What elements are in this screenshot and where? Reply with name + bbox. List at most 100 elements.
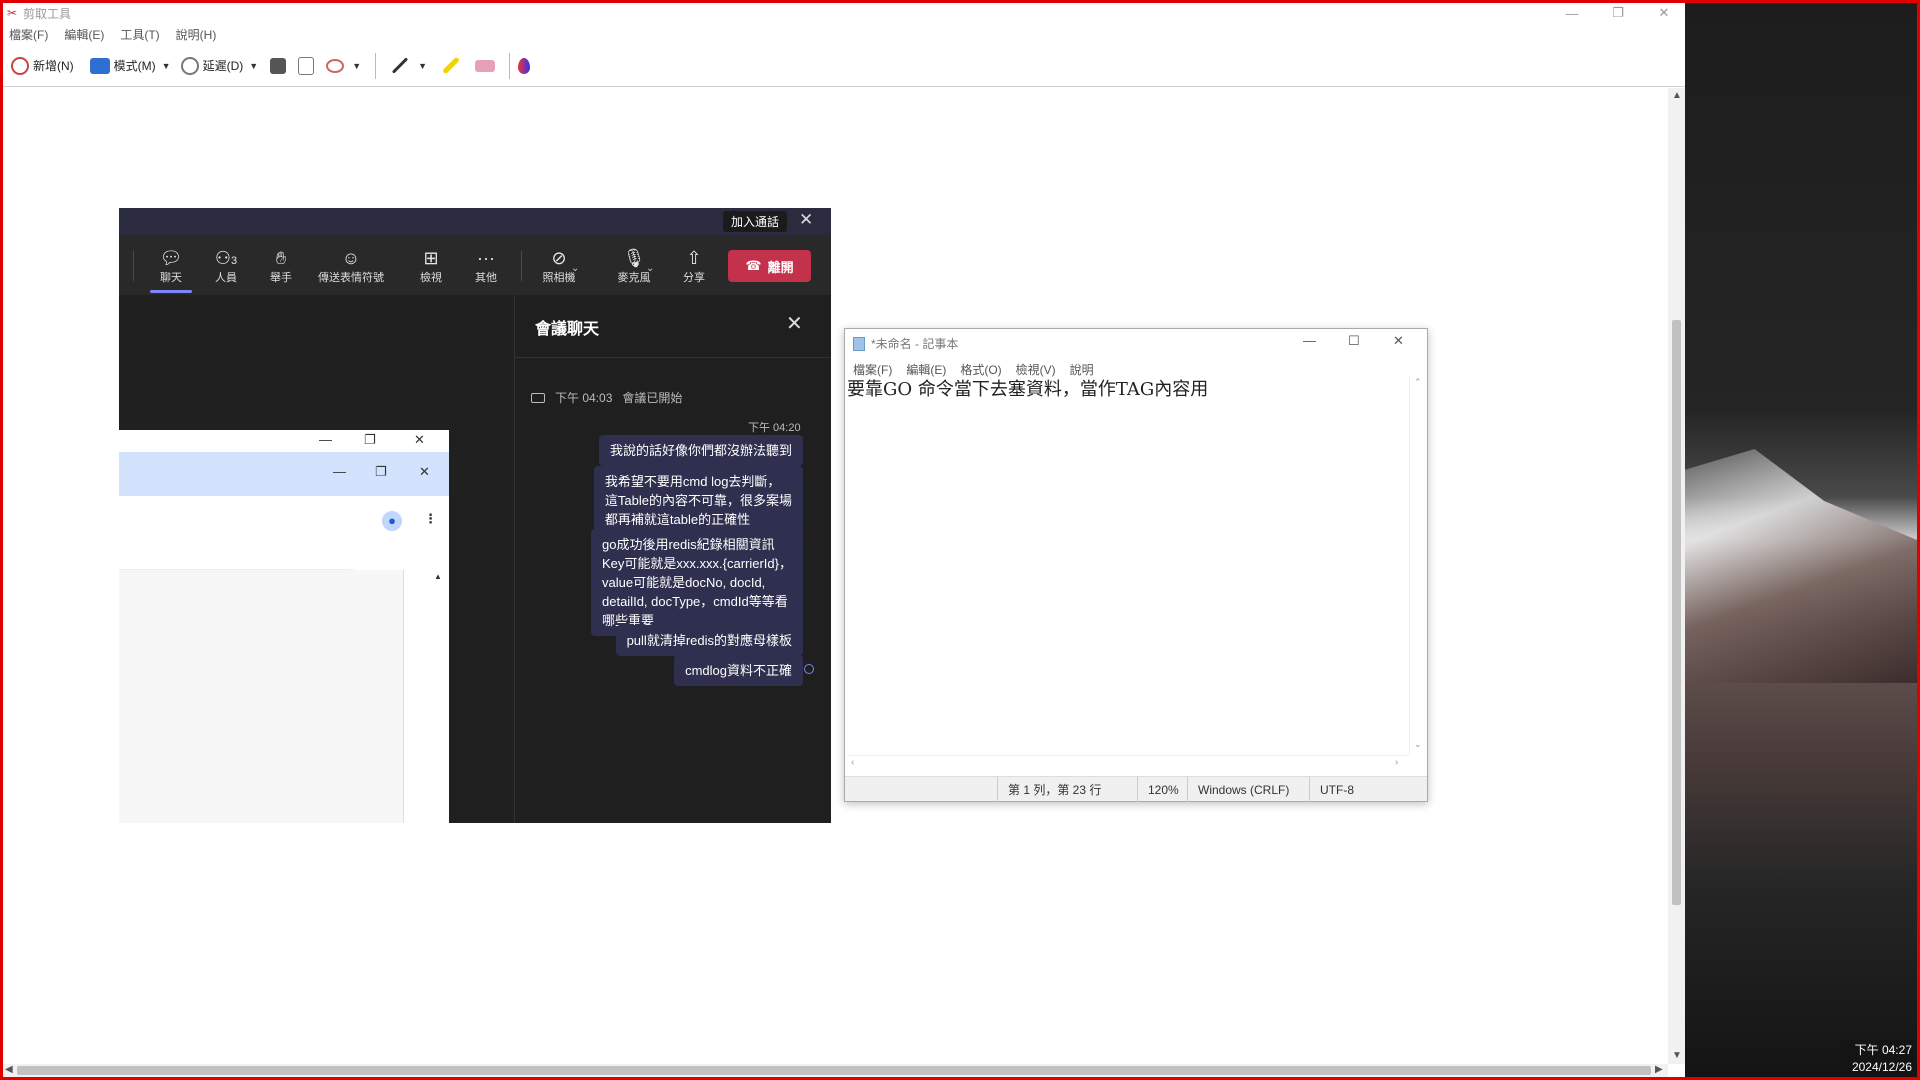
- desktop-wallpaper: [1685, 3, 1917, 1077]
- taskbar-clock[interactable]: 下午 04:27 2024/12/26: [1840, 1040, 1916, 1078]
- restore-icon[interactable]: ❐: [375, 464, 387, 480]
- leave-button[interactable]: ☎︎ 離開: [728, 250, 811, 282]
- notepad-horizontal-scrollbar[interactable]: ‹ ›: [847, 755, 1409, 772]
- camera-off-icon: ⊘: [551, 248, 567, 268]
- restore-button[interactable]: ❐: [1595, 3, 1641, 23]
- teams-meeting-window: 加入通話 ✕ 💬︎ 聊天 ⚇3 人員 ✋︎ 舉手 ☺ 傳送表情符號 ⊞ 檢視 ·…: [119, 208, 831, 823]
- system-message: 下午 04:03 會議已開始: [531, 389, 682, 406]
- scroll-right-icon[interactable]: ›: [1395, 757, 1398, 768]
- more-icon: ···: [477, 248, 495, 268]
- restore-icon[interactable]: ❐: [364, 432, 376, 448]
- camera-button[interactable]: ⊘ 照相機: [529, 247, 589, 285]
- highlighter-icon[interactable]: [442, 56, 460, 75]
- scroll-down-icon[interactable]: ▼: [1672, 1050, 1682, 1061]
- maximize-icon[interactable]: ☐: [1348, 333, 1360, 349]
- people-button[interactable]: ⚇3 人員: [196, 247, 256, 285]
- scroll-thumb[interactable]: [1672, 320, 1681, 905]
- close-icon[interactable]: ✕: [419, 464, 430, 480]
- message-timestamp: 下午 04:20: [748, 422, 801, 434]
- scroll-up-icon[interactable]: ⌃: [1414, 377, 1422, 388]
- notepad-status-bar: 第 1 列，第 23 行 120% Windows (CRLF) UTF-8: [845, 776, 1427, 802]
- view-button[interactable]: ⊞ 檢視: [401, 247, 461, 285]
- read-receipt-icon: [804, 664, 814, 674]
- pen-icon[interactable]: [391, 57, 409, 74]
- view-grid-icon: ⊞: [423, 248, 439, 268]
- copy-icon[interactable]: [298, 56, 315, 75]
- more-label: 其他: [475, 272, 497, 284]
- camera-options-chevron-icon[interactable]: ⌄: [571, 263, 579, 274]
- mode-dropdown-icon[interactable]: ▼: [162, 61, 171, 71]
- browser-menu-icon[interactable]: ⋮: [424, 511, 437, 527]
- notepad-text-area[interactable]: 要靠GO 命令當下去塞資料，當作TAG內容用: [847, 375, 1208, 401]
- close-icon[interactable]: ✕: [414, 432, 425, 448]
- canvas-vertical-scrollbar[interactable]: ▲ ▼: [1668, 88, 1685, 1064]
- menu-tools[interactable]: 工具(T): [120, 26, 159, 43]
- new-snip-label: 新增(N): [33, 59, 74, 73]
- chat-button[interactable]: 💬︎ 聊天: [141, 247, 201, 285]
- chat-message[interactable]: 我說的話好像你們都沒辦法聽到: [598, 435, 803, 466]
- delay-dropdown-icon[interactable]: ▼: [249, 61, 258, 71]
- send-dropdown-icon[interactable]: ▼: [352, 61, 361, 71]
- notepad-vertical-scrollbar[interactable]: ⌃ ⌄: [1409, 377, 1426, 755]
- toolbar-divider: [509, 52, 511, 79]
- mode-button[interactable]: 模式(M): [86, 51, 160, 81]
- scroll-up-icon[interactable]: ▲: [434, 572, 442, 581]
- save-icon[interactable]: [270, 57, 287, 74]
- share-button[interactable]: ⇧ 分享: [664, 247, 724, 285]
- close-chat-icon[interactable]: ✕: [786, 311, 803, 336]
- scroll-thumb[interactable]: [17, 1066, 1651, 1075]
- paint-3d-icon[interactable]: [518, 57, 531, 74]
- emoji-icon: ☺: [341, 248, 361, 268]
- window-title: 剪取工具: [23, 6, 72, 21]
- mic-options-chevron-icon[interactable]: ⌄: [646, 263, 654, 274]
- join-call-button[interactable]: 加入通話: [723, 211, 788, 232]
- menu-help[interactable]: 說明(H): [176, 26, 217, 43]
- chat-icon: 💬︎: [159, 248, 183, 268]
- eraser-icon[interactable]: [475, 59, 496, 72]
- browser-title-bar: — ❐ ✕: [119, 430, 449, 452]
- microphone-button[interactable]: 🎙︎ 麥克風: [604, 247, 664, 285]
- menu-file[interactable]: 檔案(F): [9, 26, 48, 43]
- close-button[interactable]: ✕: [1641, 3, 1687, 23]
- notepad-window: *未命名 - 記事本 — ☐ ✕ 檔案(F) 編輯(E) 格式(O) 檢視(V)…: [844, 328, 1428, 802]
- clock-time: 下午 04:27: [1854, 1043, 1912, 1057]
- snip-canvas: 加入通話 ✕ 💬︎ 聊天 ⚇3 人員 ✋︎ 舉手 ☺ 傳送表情符號 ⊞ 檢視 ·…: [3, 88, 1668, 1064]
- browser-scrollbar[interactable]: ▲: [404, 570, 449, 823]
- people-label: 人員: [215, 272, 237, 284]
- close-icon[interactable]: ✕: [799, 210, 813, 230]
- delay-button[interactable]: 延遲(D): [177, 51, 248, 81]
- canvas-horizontal-scrollbar[interactable]: ◀ ▶: [3, 1064, 1668, 1077]
- send-icon[interactable]: [326, 58, 345, 73]
- minimize-icon[interactable]: —: [333, 464, 346, 479]
- scroll-right-icon[interactable]: ▶: [1655, 1064, 1663, 1075]
- system-message-time: 下午 04:03: [555, 391, 613, 405]
- raise-hand-button[interactable]: ✋︎ 舉手: [251, 247, 311, 285]
- browser-window: — ❐ ✕ — ❐ ✕ ⊕ ☆ ● ⋮: [119, 430, 449, 823]
- reactions-button[interactable]: ☺ 傳送表情符號: [306, 247, 396, 285]
- pen-dropdown-icon[interactable]: ▼: [418, 61, 427, 71]
- chat-message[interactable]: cmdlog資料不正確: [674, 655, 803, 686]
- more-button[interactable]: ··· 其他: [456, 247, 516, 285]
- scroll-left-icon[interactable]: ‹: [851, 757, 854, 768]
- chat-message[interactable]: pull就清掉redis的對應母樣板: [615, 625, 803, 656]
- active-tab-indicator: [150, 290, 192, 293]
- zoom-level: 120%: [1137, 777, 1187, 802]
- toolbar-divider: [375, 52, 377, 79]
- raise-hand-icon: ✋︎: [275, 248, 287, 268]
- leave-label: 離開: [767, 259, 794, 275]
- scroll-up-icon[interactable]: ▲: [1672, 90, 1682, 101]
- minimize-icon[interactable]: —: [1303, 333, 1316, 348]
- chat-message[interactable]: go成功後用redis紀錄相關資訊 Key可能就是xxx.xxx.{carrie…: [591, 529, 803, 636]
- close-icon[interactable]: ✕: [1393, 333, 1404, 349]
- scroll-down-icon[interactable]: ⌄: [1414, 739, 1422, 750]
- profile-avatar-icon[interactable]: ●: [382, 511, 402, 531]
- minimize-icon[interactable]: —: [319, 432, 332, 447]
- menu-edit[interactable]: 編輯(E): [64, 26, 104, 43]
- snipping-tool-window: ✂ 剪取工具 — ❐ ✕ 檔案(F) 編輯(E) 工具(T) 說明(H) 新增(…: [3, 3, 1685, 1077]
- new-snip-button[interactable]: 新增(N): [7, 51, 78, 81]
- share-label: 分享: [683, 272, 705, 284]
- chat-message[interactable]: 我希望不要用cmd log去判斷， 這Table的內容不可靠，很多案場 都再補就…: [593, 466, 803, 535]
- minimize-button[interactable]: —: [1549, 3, 1595, 23]
- scroll-left-icon[interactable]: ◀: [5, 1064, 13, 1075]
- people-count: 3: [231, 255, 238, 267]
